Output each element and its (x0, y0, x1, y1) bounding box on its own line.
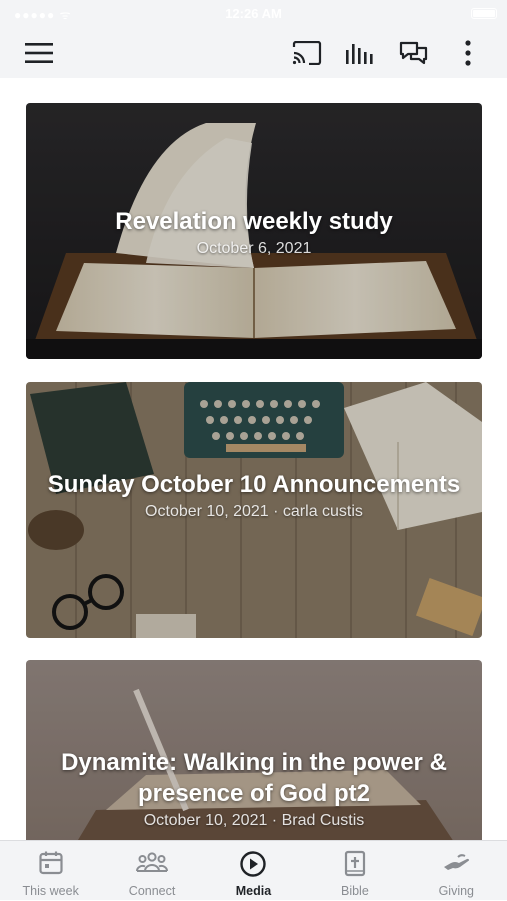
people-icon (101, 850, 202, 878)
card-caption: Revelation weekly study October 6, 2021 (46, 206, 462, 259)
tab-label: Bible (340, 884, 369, 898)
media-card[interactable]: Dynamite: Walking in the power & presenc… (26, 660, 482, 840)
tab-connect[interactable]: Connect (101, 841, 202, 901)
card-meta: October 10, 2021 · Brad Custis (143, 812, 365, 829)
app-bar (0, 28, 507, 78)
card-meta: October 10, 2021 · carla custis (145, 503, 363, 520)
card-caption: Dynamite: Walking in the power & presenc… (46, 747, 462, 831)
tab-this-week[interactable]: This week (0, 841, 101, 901)
calendar-icon (0, 850, 101, 878)
tab-label: This week (22, 884, 79, 898)
tab-media[interactable]: Media (203, 841, 304, 901)
card-caption: Sunday October 10 Announcements October … (46, 469, 462, 522)
tab-giving[interactable]: Giving (406, 841, 507, 901)
tab-label: Giving (438, 884, 474, 898)
giving-hand-icon (406, 850, 507, 878)
status-bar: ●●●●● ᯤ 12:26 AM (0, 0, 507, 28)
media-feed[interactable]: Revelation weekly study October 6, 2021 (0, 78, 507, 840)
card-meta: October 6, 2021 (196, 240, 312, 257)
card-title: Sunday October 10 Announcements (47, 471, 461, 498)
tab-bible[interactable]: Bible (304, 841, 405, 901)
menu-icon[interactable] (22, 36, 56, 70)
bottom-tab-bar: This week Connect Media Bible Giving (0, 840, 507, 900)
media-card[interactable]: Sunday October 10 Announcements October … (26, 382, 482, 638)
card-title: Revelation weekly study (115, 208, 393, 235)
tab-label: Connect (128, 884, 176, 898)
play-circle-icon (203, 850, 304, 878)
chat-icon[interactable] (397, 36, 431, 70)
more-vert-icon[interactable] (451, 36, 485, 70)
audio-bars-icon[interactable] (343, 36, 377, 70)
battery-icon (471, 8, 497, 19)
media-card[interactable]: Revelation weekly study October 6, 2021 (26, 103, 482, 359)
card-title: Dynamite: Walking in the power & presenc… (61, 749, 447, 807)
bible-icon (304, 850, 405, 878)
status-time: 12:26 AM (225, 6, 282, 21)
tab-label: Media (235, 884, 272, 898)
cast-icon[interactable] (290, 36, 324, 70)
